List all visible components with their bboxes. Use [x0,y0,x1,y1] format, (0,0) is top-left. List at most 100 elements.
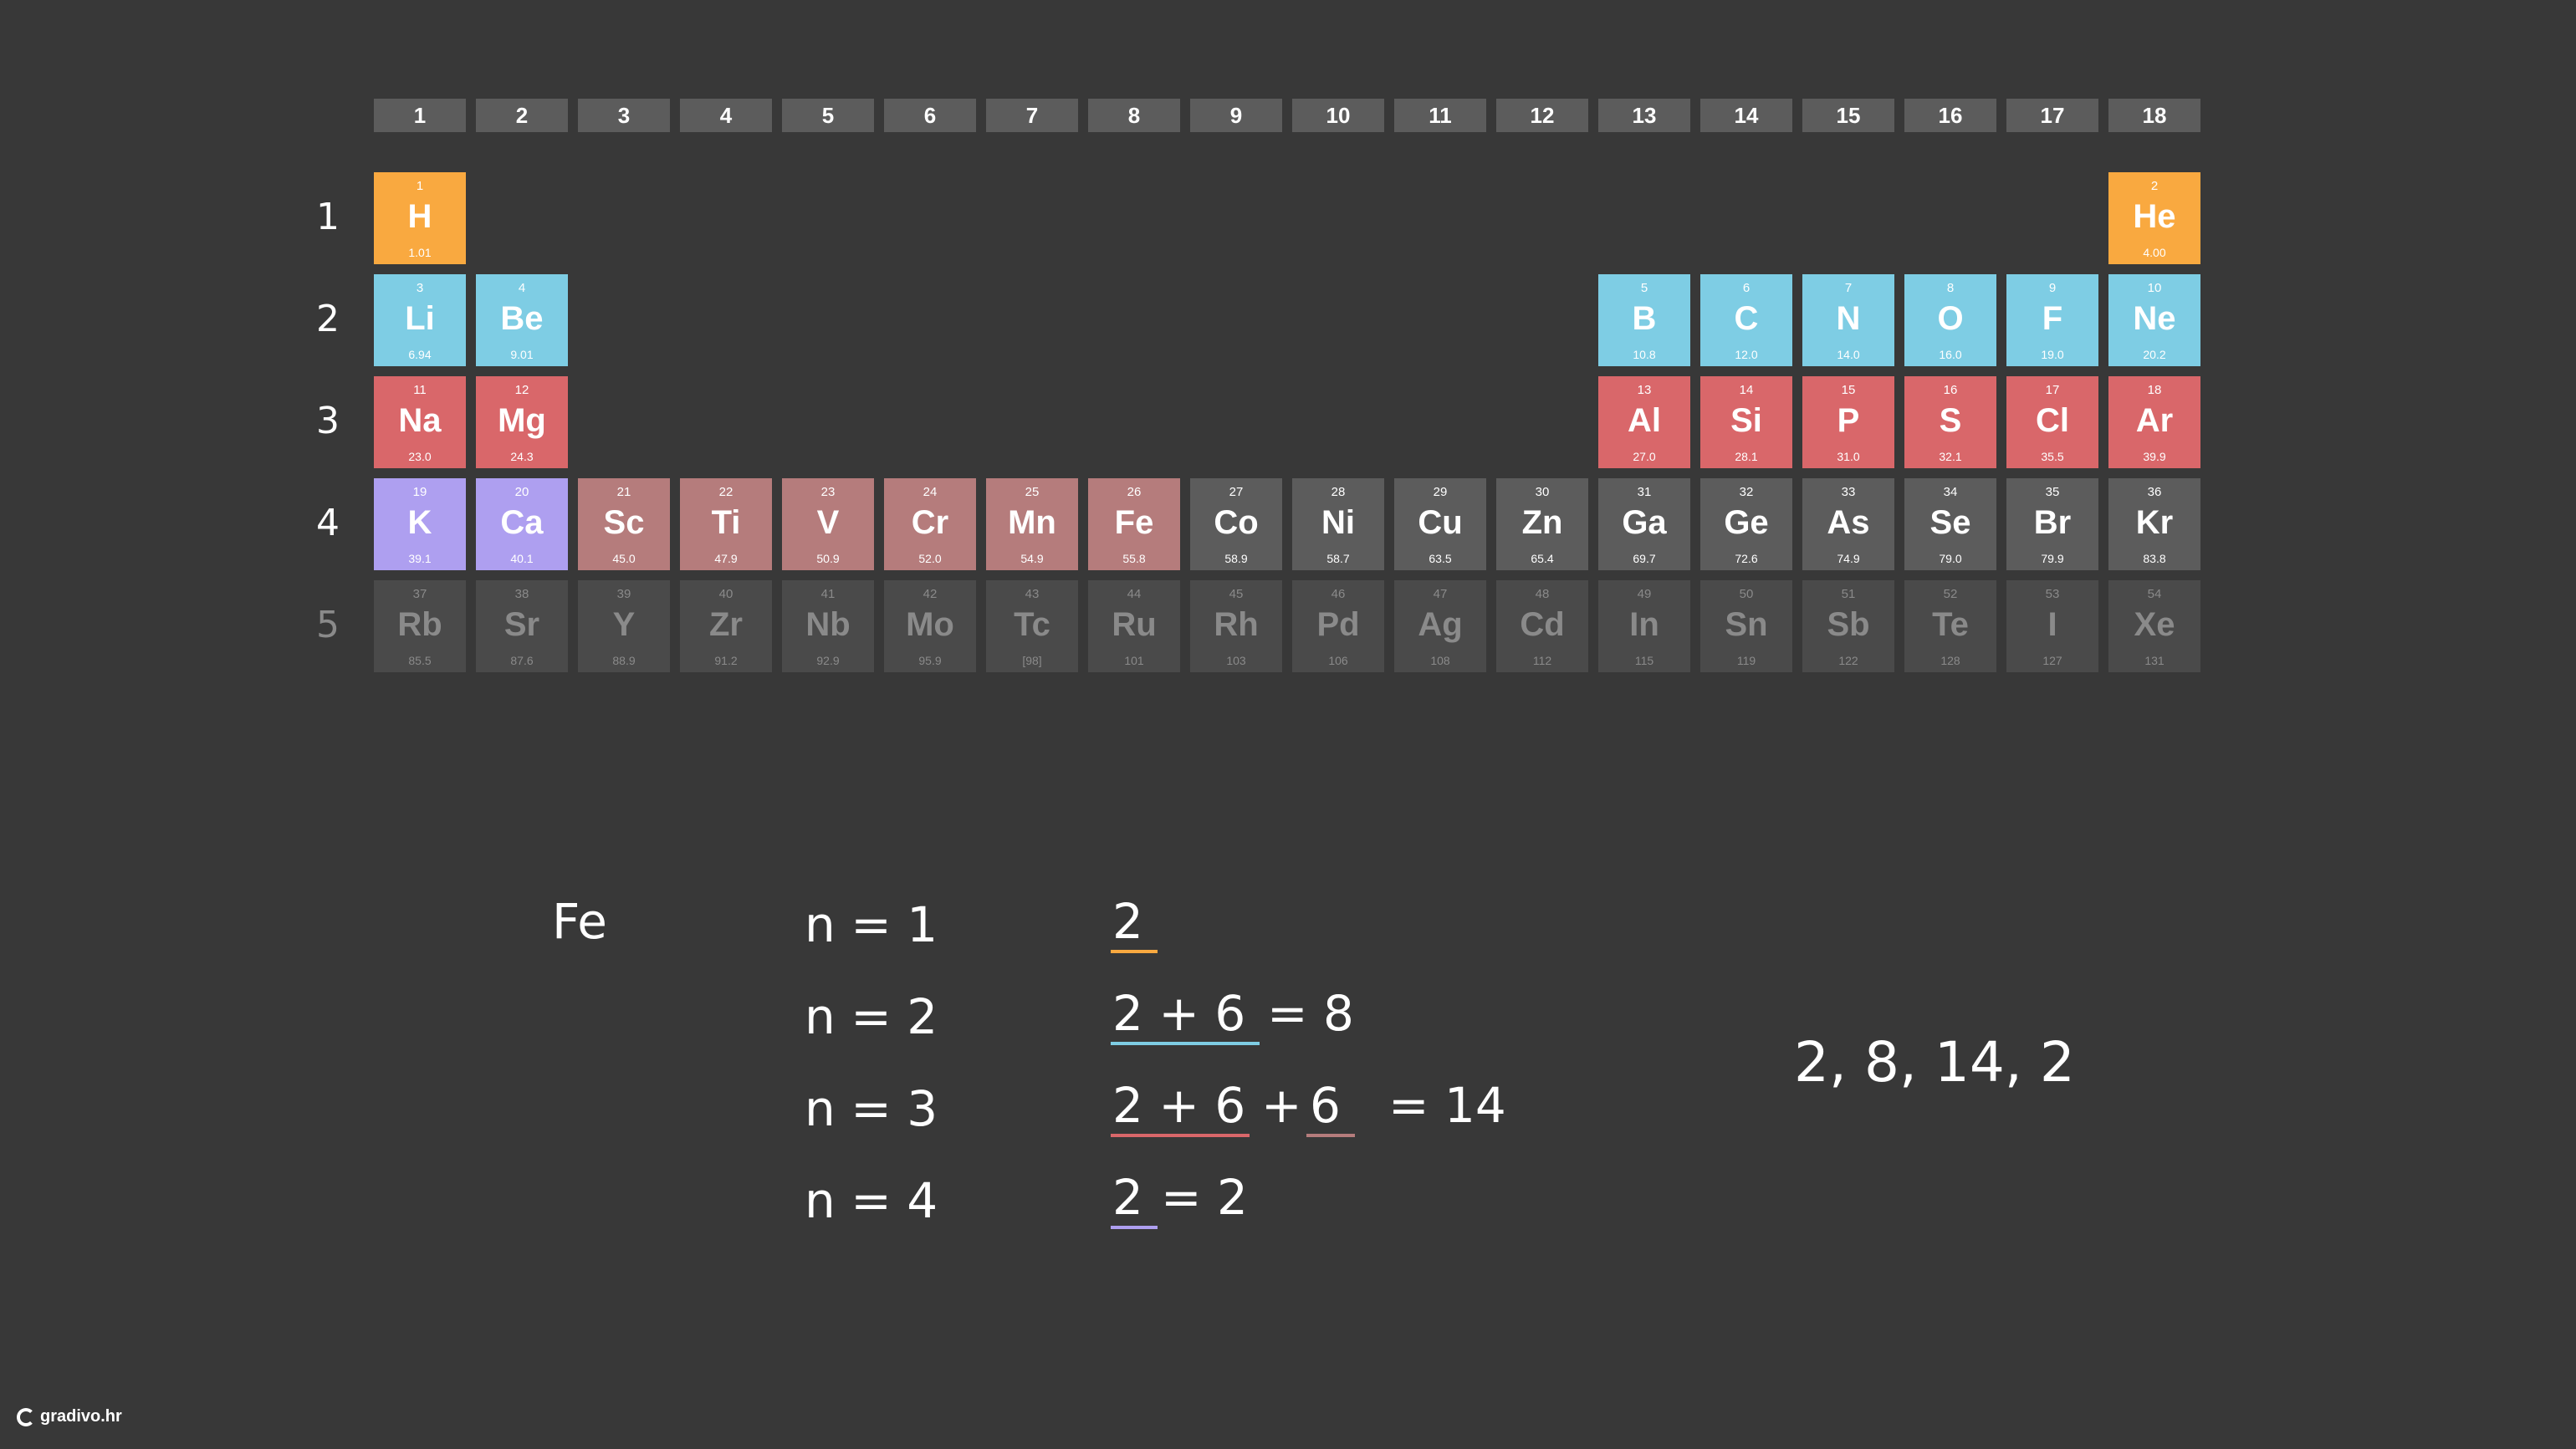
note-count-n1: 2 [1112,893,1143,950]
element-symbol: Cr [911,504,949,541]
element-ar: 18 Ar 39.9 [2108,376,2200,468]
note-count-n2-sum: 2 + 6 [1112,985,1246,1042]
element-symbol: Tc [1014,606,1050,643]
element-atomic-mass: 119 [1736,654,1756,667]
element-atomic-number: 47 [1433,587,1448,601]
element-rb: 37 Rb 85.5 [374,580,466,672]
element-cd: 48 Cd 112 [1496,580,1588,672]
element-mn: 25 Mn 54.9 [986,478,1078,570]
element-in: 49 In 115 [1598,580,1690,672]
element-atomic-mass: 58.9 [1224,552,1248,565]
element-symbol: O [1937,300,1964,337]
element-b: 5 B 10.8 [1598,274,1690,366]
element-symbol: Co [1214,504,1259,541]
periodic-table: 1 2 3 4 5 6 7 8 9 10 11 12 13 14 15 16 17 18 1 2 3 4 5 1 H 1.01 2 H… [0,0,2576,686]
element-ru: 44 Ru 101 [1088,580,1180,672]
element-atomic-number: 9 [2048,281,2057,295]
element-atomic-mass: 23.0 [408,450,432,463]
element-atomic-number: 40 [718,587,733,601]
element-atomic-number: 8 [1946,281,1955,295]
element-symbol: He [2133,198,2176,235]
element-symbol: In [1629,606,1659,643]
element-atomic-mass: 39.9 [2143,450,2166,463]
element-ag: 47 Ag 108 [1394,580,1486,672]
element-atomic-mass: 10.8 [1633,348,1656,361]
element-symbol: Ca [500,504,544,541]
element-atomic-mass: 72.6 [1735,552,1758,565]
note-count-n3-sum: 2 + 6 [1112,1077,1246,1134]
element-symbol: Sr [503,606,540,643]
element-atomic-mass: 74.9 [1837,552,1860,565]
element-atomic-number: 30 [1535,485,1550,499]
element-atomic-number: 36 [2147,485,2162,499]
element-symbol: Nb [805,606,851,643]
gradivo-logo-icon [17,1407,35,1426]
element-atomic-number: 39 [616,587,631,601]
group-header-10: 10 [1292,99,1384,132]
element-atomic-mass: 63.5 [1429,552,1452,565]
period-label-4: 4 [316,502,340,544]
group-header-2: 2 [476,99,568,132]
element-symbol: Te [1932,606,1969,643]
note-shell-4: n = 4 [805,1172,938,1229]
element-atomic-mass: 87.6 [510,654,534,667]
element-atomic-mass: 55.8 [1122,552,1146,565]
element-atomic-number: 29 [1433,485,1448,499]
element-fe: 26 Fe 55.8 [1088,478,1180,570]
element-symbol: Kr [2135,504,2174,541]
element-symbol: Cd [1520,606,1565,643]
element-atomic-number: 15 [1841,383,1856,397]
note-count-n3-result: = 14 [1388,1077,1506,1134]
element-h: 1 H 1.01 [374,172,466,264]
element-zn: 30 Zn 65.4 [1496,478,1588,570]
group-header-1: 1 [374,99,466,132]
group-header-4: 4 [680,99,772,132]
group-header-3: 3 [578,99,670,132]
element-ni: 28 Ni 58.7 [1292,478,1384,570]
element-atomic-number: 42 [923,587,938,601]
element-atomic-mass: 127 [2042,654,2062,667]
element-atomic-number: 18 [2147,383,2162,397]
element-symbol: Rh [1214,606,1259,643]
group-header-6: 6 [884,99,976,132]
element-symbol: Ti [711,504,741,541]
group-header-15: 15 [1802,99,1894,132]
element-symbol: Zn [1521,504,1563,541]
element-p: 15 P 31.0 [1802,376,1894,468]
element-atomic-mass: 108 [1430,654,1450,667]
element-si: 14 Si 28.1 [1700,376,1792,468]
element-symbol: Se [1929,504,1971,541]
element-atomic-mass: 20.2 [2143,348,2166,361]
element-atomic-mass: 31.0 [1837,450,1860,463]
element-atomic-mass: 35.5 [2041,450,2064,463]
element-atomic-number: 49 [1637,587,1652,601]
element-symbol: As [1827,504,1870,541]
element-se: 34 Se 79.0 [1904,478,1996,570]
element-atomic-number: 16 [1943,383,1958,397]
note-shell-2: n = 2 [805,988,938,1045]
element-tc: 43 Tc [98] [986,580,1078,672]
element-atomic-mass: 9.01 [510,348,534,361]
group-header-17: 17 [2006,99,2098,132]
element-symbol: Ar [2135,402,2174,439]
element-atomic-mass: 40.1 [510,552,534,565]
element-atomic-mass: [98] [1022,654,1042,667]
element-atomic-number: 27 [1229,485,1244,499]
element-atomic-mass: 52.0 [918,552,942,565]
element-f: 9 F 19.0 [2006,274,2098,366]
element-atomic-number: 34 [1943,485,1958,499]
element-atomic-mass: 83.8 [2143,552,2166,565]
element-ga: 31 Ga 69.7 [1598,478,1690,570]
underline-red [1111,1134,1250,1137]
element-symbol: Ag [1418,606,1463,643]
element-atomic-number: 3 [416,281,424,295]
element-atomic-number: 52 [1943,587,1958,601]
element-o: 8 O 16.0 [1904,274,1996,366]
element-atomic-mass: 28.1 [1735,450,1758,463]
element-he: 2 He 4.00 [2108,172,2200,264]
element-symbol: Pd [1316,606,1360,643]
element-cl: 17 Cl 35.5 [2006,376,2098,468]
group-header-18: 18 [2108,99,2200,132]
element-br: 35 Br 79.9 [2006,478,2098,570]
element-atomic-number: 12 [514,383,529,397]
